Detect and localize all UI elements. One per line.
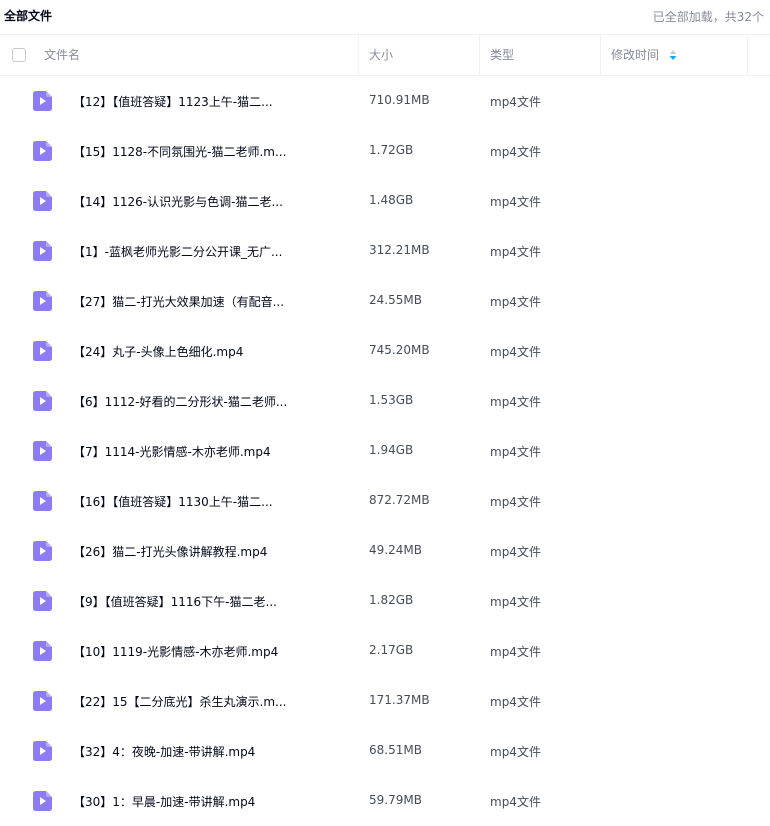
table-row[interactable]: 【26】猫二-打光头像讲解教程.mp4 49.24MB mp4文件	[0, 526, 770, 576]
file-type: mp4文件	[490, 795, 541, 809]
load-status: 已全部加载，共32个	[652, 10, 764, 24]
file-name[interactable]: 【26】猫二-打光头像讲解教程.mp4	[73, 543, 303, 560]
video-file-icon	[33, 491, 52, 511]
file-list: 【12】【值班答疑】1123上午-猫二... 710.91MB mp4文件 【1…	[0, 76, 770, 826]
file-type: mp4文件	[490, 745, 541, 759]
file-name[interactable]: 【16】【值班答疑】1130上午-猫二...	[73, 493, 303, 510]
video-file-icon	[33, 441, 52, 461]
file-name[interactable]: 【27】猫二-打光大效果加速（有配音...	[73, 293, 303, 310]
file-size: 872.72MB	[369, 493, 430, 507]
sort-icon[interactable]	[669, 36, 677, 60]
file-name[interactable]: 【22】15【二分底光】杀生丸演示.m...	[73, 693, 303, 710]
file-size: 1.72GB	[369, 143, 414, 157]
file-size: 745.20MB	[369, 343, 430, 357]
file-size: 1.53GB	[369, 393, 414, 407]
file-size: 312.21MB	[369, 243, 430, 257]
table-row[interactable]: 【6】1112-好看的二分形状-猫二老师... 1.53GB mp4文件	[0, 376, 770, 426]
file-name[interactable]: 【7】1114-光影情感-木亦老师.mp4	[73, 443, 303, 460]
column-header-size[interactable]: 大小	[358, 35, 479, 76]
file-type: mp4文件	[490, 295, 541, 309]
table-row[interactable]: 【7】1114-光影情感-木亦老师.mp4 1.94GB mp4文件	[0, 426, 770, 476]
file-name[interactable]: 【15】1128-不同氛围光-猫二老师.m...	[73, 143, 303, 160]
file-size: 49.24MB	[369, 543, 422, 557]
video-file-icon	[33, 241, 52, 261]
video-file-icon	[33, 541, 52, 561]
file-type: mp4文件	[490, 595, 541, 609]
table-row[interactable]: 【9】【值班答疑】1116下午-猫二老... 1.82GB mp4文件	[0, 576, 770, 626]
table-row[interactable]: 【12】【值班答疑】1123上午-猫二... 710.91MB mp4文件	[0, 76, 770, 126]
video-file-icon	[33, 691, 52, 711]
video-file-icon	[33, 91, 52, 111]
video-file-icon	[33, 191, 52, 211]
file-type: mp4文件	[490, 345, 541, 359]
file-name[interactable]: 【24】丸子-头像上色细化.mp4	[73, 343, 303, 360]
file-type: mp4文件	[490, 545, 541, 559]
table-row[interactable]: 【14】1126-认识光影与色调-猫二老... 1.48GB mp4文件	[0, 176, 770, 226]
select-all-checkbox[interactable]	[12, 48, 26, 62]
file-type: mp4文件	[490, 695, 541, 709]
column-header-type[interactable]: 类型	[479, 35, 600, 76]
file-name[interactable]: 【30】1：早晨-加速-带讲解.mp4	[73, 793, 303, 810]
file-size: 68.51MB	[369, 743, 422, 757]
file-size: 2.17GB	[369, 643, 414, 657]
video-file-icon	[33, 591, 52, 611]
video-file-icon	[33, 391, 52, 411]
file-type: mp4文件	[490, 495, 541, 509]
breadcrumb-all-files[interactable]: 全部文件	[4, 7, 52, 24]
video-file-icon	[33, 141, 52, 161]
file-type: mp4文件	[490, 445, 541, 459]
file-type: mp4文件	[490, 645, 541, 659]
table-row[interactable]: 【22】15【二分底光】杀生丸演示.m... 171.37MB mp4文件	[0, 676, 770, 726]
file-name[interactable]: 【9】【值班答疑】1116下午-猫二老...	[73, 593, 303, 610]
file-type: mp4文件	[490, 195, 541, 209]
table-row[interactable]: 【30】1：早晨-加速-带讲解.mp4 59.79MB mp4文件	[0, 776, 770, 826]
table-row[interactable]: 【15】1128-不同氛围光-猫二老师.m... 1.72GB mp4文件	[0, 126, 770, 176]
file-name[interactable]: 【12】【值班答疑】1123上午-猫二...	[73, 93, 303, 110]
file-type: mp4文件	[490, 395, 541, 409]
topbar: 全部文件 已全部加载，共32个	[0, 0, 770, 34]
file-size: 59.79MB	[369, 793, 422, 807]
file-size: 710.91MB	[369, 93, 430, 107]
table-row[interactable]: 【27】猫二-打光大效果加速（有配音... 24.55MB mp4文件	[0, 276, 770, 326]
file-name[interactable]: 【32】4：夜晚-加速-带讲解.mp4	[73, 743, 303, 760]
file-size: 1.82GB	[369, 593, 414, 607]
file-name[interactable]: 【10】1119-光影情感-木亦老师.mp4	[73, 643, 303, 660]
table-row[interactable]: 【24】丸子-头像上色细化.mp4 745.20MB mp4文件	[0, 326, 770, 376]
table-row[interactable]: 【10】1119-光影情感-木亦老师.mp4 2.17GB mp4文件	[0, 626, 770, 676]
video-file-icon	[33, 741, 52, 761]
table-row[interactable]: 【32】4：夜晚-加速-带讲解.mp4 68.51MB mp4文件	[0, 726, 770, 776]
file-type: mp4文件	[490, 95, 541, 109]
file-size: 1.48GB	[369, 193, 414, 207]
column-header-name[interactable]: 文件名	[34, 35, 358, 76]
table-row[interactable]: 【1】-蓝枫老师光影二分公开课_无广... 312.21MB mp4文件	[0, 226, 770, 276]
file-size: 24.55MB	[369, 293, 422, 307]
video-file-icon	[33, 341, 52, 361]
column-header-name-label: 文件名	[44, 48, 81, 62]
file-name[interactable]: 【1】-蓝枫老师光影二分公开课_无广...	[73, 243, 303, 260]
column-header-type-label: 类型	[490, 48, 515, 62]
video-file-icon	[33, 641, 52, 661]
file-type: mp4文件	[490, 145, 541, 159]
table-header: 文件名 大小 类型 修改时间	[0, 34, 770, 76]
column-header-modified-label: 修改时间	[611, 48, 660, 62]
file-size: 1.94GB	[369, 443, 414, 457]
column-header-extra	[747, 35, 770, 76]
file-name[interactable]: 【6】1112-好看的二分形状-猫二老师...	[73, 393, 303, 410]
video-file-icon	[33, 791, 52, 811]
column-header-size-label: 大小	[369, 48, 394, 62]
table-row[interactable]: 【16】【值班答疑】1130上午-猫二... 872.72MB mp4文件	[0, 476, 770, 526]
file-type: mp4文件	[490, 245, 541, 259]
video-file-icon	[33, 291, 52, 311]
column-header-modified[interactable]: 修改时间	[600, 35, 747, 76]
file-size: 171.37MB	[369, 693, 430, 707]
file-name[interactable]: 【14】1126-认识光影与色调-猫二老...	[73, 193, 303, 210]
